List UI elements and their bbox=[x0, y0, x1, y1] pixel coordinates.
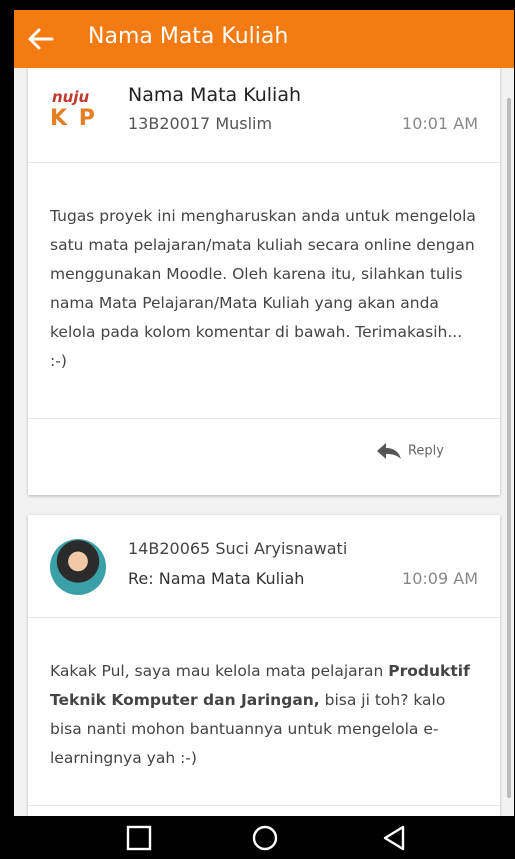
arrow-left-icon bbox=[28, 28, 54, 50]
reply-label: Reply bbox=[407, 443, 444, 459]
reply-button[interactable]: Reply bbox=[376, 442, 444, 460]
reply-author: 14B20065 Suci Aryisnawati bbox=[128, 539, 348, 558]
system-back-button[interactable] bbox=[380, 824, 410, 852]
avatar bbox=[50, 539, 106, 595]
reply-card: 14B20065 Suci Aryisnawati Re: Nama Mata … bbox=[28, 515, 500, 816]
reply-arrow-icon bbox=[376, 443, 401, 459]
reply-subject: Re: Nama Mata Kuliah bbox=[128, 569, 305, 588]
post-body: Tugas proyek ini mengharuskan anda untuk… bbox=[50, 207, 476, 370]
recent-apps-button[interactable] bbox=[124, 824, 154, 852]
home-button[interactable] bbox=[250, 824, 280, 852]
reply-time: 10:09 AM bbox=[402, 569, 478, 588]
app-bar: Nama Mata Kuliah bbox=[14, 10, 514, 68]
divider bbox=[28, 418, 500, 419]
post-card: nuju K P Nama Mata Kuliah 13B20017 Musli… bbox=[28, 68, 500, 495]
app-screen: Nama Mata Kuliah nuju K P Nama Mata Kuli… bbox=[14, 10, 514, 816]
triangle-back-icon bbox=[383, 825, 405, 851]
discussion-thread[interactable]: nuju K P Nama Mata Kuliah 13B20017 Musli… bbox=[14, 68, 514, 816]
course-logo: nuju K P bbox=[50, 88, 97, 131]
reply-header: 14B20065 Suci Aryisnawati Re: Nama Mata … bbox=[28, 515, 500, 618]
square-icon bbox=[126, 825, 152, 851]
post-author: 13B20017 Muslim bbox=[128, 114, 273, 133]
reply-body: Kakak Pul, saya mau kelola mata pelajara… bbox=[50, 662, 470, 767]
scrollbar[interactable] bbox=[507, 98, 511, 798]
post-time: 10:01 AM bbox=[402, 114, 478, 133]
divider bbox=[28, 805, 500, 806]
circle-icon bbox=[252, 825, 278, 851]
back-button[interactable] bbox=[22, 20, 62, 58]
post-header: nuju K P Nama Mata Kuliah 13B20017 Musli… bbox=[28, 68, 500, 163]
system-nav-bar bbox=[14, 816, 514, 859]
page-title: Nama Mata Kuliah bbox=[88, 24, 289, 49]
post-title: Nama Mata Kuliah bbox=[128, 84, 302, 106]
